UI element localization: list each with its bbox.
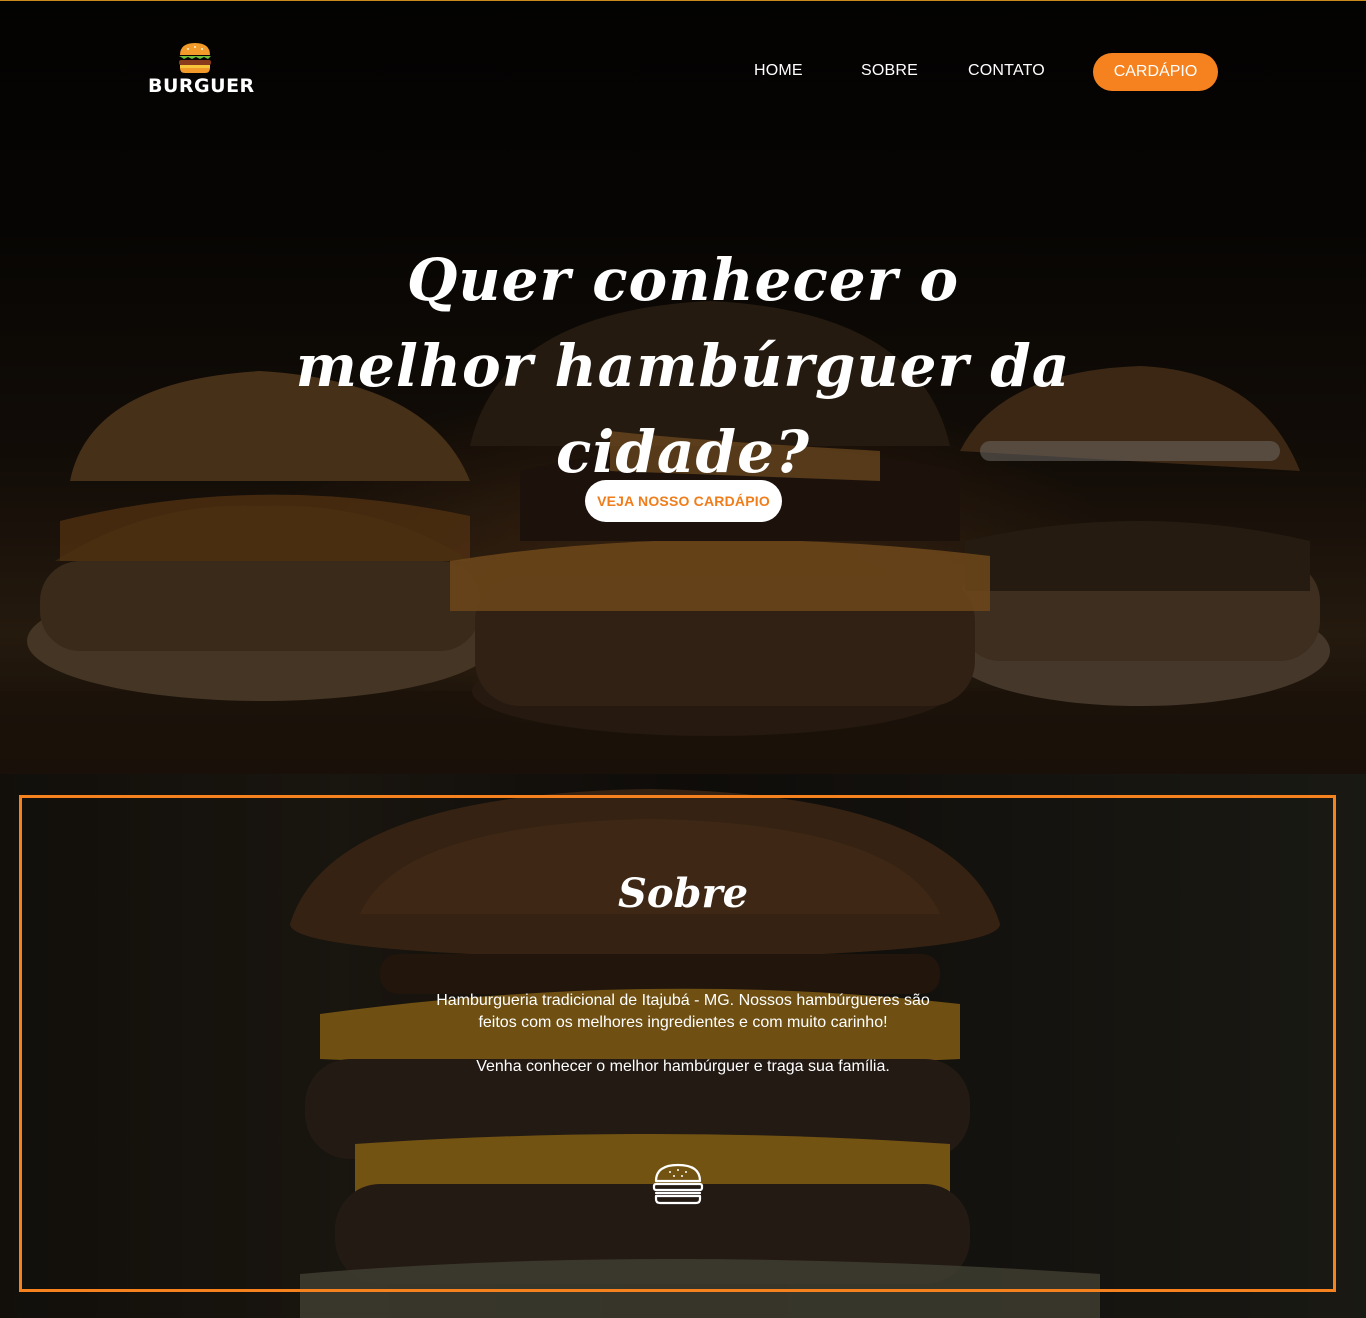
main-nav: HOME SOBRE CONTATO CARDÁPIO: [0, 53, 1366, 91]
about-paragraph-2: Venha conhecer o melhor hambúrguer e tra…: [476, 1058, 890, 1075]
view-menu-button[interactable]: VEJA NOSSO CARDÁPIO: [585, 480, 782, 522]
about-section: Sobre Hamburgueria tradicional de Itajub…: [0, 774, 1366, 1318]
hero-section: BURGUER HOME SOBRE CONTATO CARDÁPIO Quer…: [0, 1, 1366, 774]
about-paragraph-1: Hamburgueria tradicional de Itajubá - MG…: [436, 992, 930, 1031]
nav-home-link[interactable]: HOME: [754, 62, 803, 80]
about-description: Hamburgueria tradicional de Itajubá - MG…: [433, 990, 933, 1078]
nav-contato-link[interactable]: CONTATO: [968, 62, 1045, 80]
burger-outline-icon: [652, 1163, 704, 1205]
nav-sobre-link[interactable]: SOBRE: [861, 62, 918, 80]
about-title: Sobre: [617, 870, 749, 917]
hero-title: Quer conhecer o melhor hambúrguer da cid…: [295, 246, 1071, 486]
nav-cardapio-button[interactable]: CARDÁPIO: [1093, 53, 1218, 91]
